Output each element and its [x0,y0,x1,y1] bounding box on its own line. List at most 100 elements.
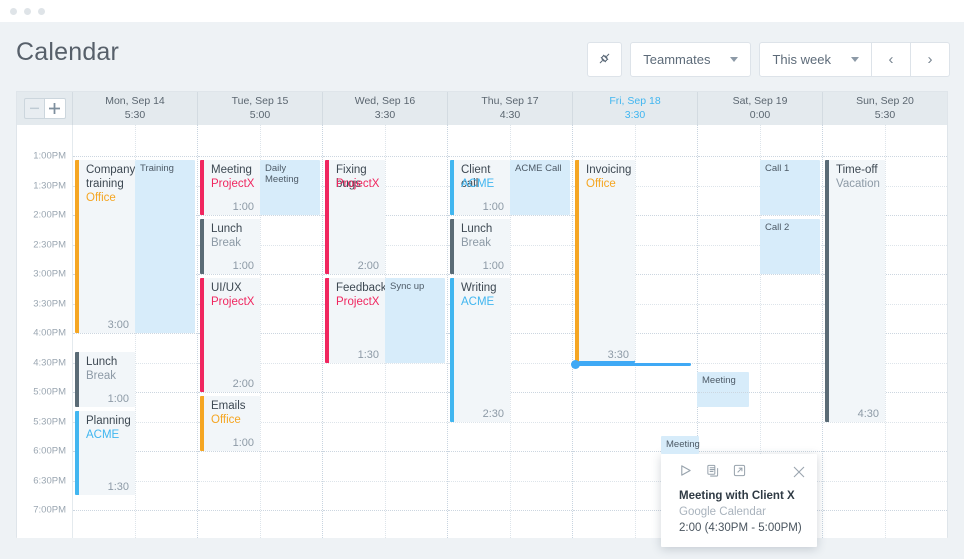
range-nav-group: This week ‹ › [759,42,950,77]
prev-week-button[interactable]: ‹ [872,42,911,77]
calendar-event[interactable]: UI/UX ProjectX 2:00 [200,278,260,392]
calendar-event[interactable]: Lunch Break 1:00 [75,351,135,407]
event-project: Break [461,237,492,249]
day-column-1[interactable]: Daily Meeting Meeting ProjectX 1:00 Lunch Bre… [198,125,323,538]
calendar-event[interactable]: Invoicing Office 3:30 [575,160,635,363]
day-header-date: Fri, Sep 18 [609,95,661,108]
time-tick: 2:00PM [33,209,66,221]
event-color-bar [75,410,79,496]
day-header-1[interactable]: Tue, Sep 15 5:00 [198,92,323,125]
event-popup[interactable]: Meeting with Client X Google Calendar 2:… [661,454,817,547]
page-title: Calendar [16,38,120,66]
grid-line [698,274,822,275]
play-icon[interactable] [679,464,692,482]
calendar-event[interactable]: Lunch Break 1:00 [200,219,260,274]
day-header-hours: 0:00 [749,108,771,121]
day-header-4[interactable]: Fri, Sep 18 3:30 [573,92,698,125]
ghost-event[interactable]: ACME Call [510,160,570,215]
time-tick: 4:00PM [33,327,66,339]
grid-line [323,392,447,393]
ghost-event[interactable]: Call 2 [760,219,820,274]
time-tick: 2:30PM [33,239,66,250]
ghost-event[interactable]: Daily Meeting [260,160,320,215]
toolbar: Teammates This week ‹ › [587,42,950,77]
grid-line [823,451,947,452]
day-header-hours: 3:30 [374,108,396,121]
teammates-filter[interactable]: Teammates [630,42,752,77]
day-header-5[interactable]: Sat, Sep 19 0:00 [698,92,823,125]
grid-line [698,451,822,452]
grid-line [698,392,822,393]
ghost-event[interactable]: Call 1 [760,160,820,215]
event-color-bar [200,278,204,392]
calendar-event[interactable]: Company training Office 3:00 [75,160,135,333]
window-controls[interactable] [10,8,45,15]
grid-line [198,480,322,482]
copy-icon[interactable] [706,464,719,482]
calendar-app: Calendar Teammates This week ‹ › Mon, Se… [0,0,964,559]
day-column-3[interactable]: ACME Call Client call ACME 1:00 Lunch Break 1:… [448,125,573,538]
day-column-2[interactable]: Sync up Fixing bugs ProjectX 2:00 Feedback Pr… [323,125,448,538]
calendar-event[interactable]: Writing ACME 2:30 [450,278,510,422]
ghost-event[interactable]: Sync up [385,278,445,363]
event-color-bar [450,219,454,274]
event-duration: 4:30 [857,407,879,420]
grid-line [323,274,447,275]
event-duration: 3:30 [607,348,629,361]
calendar-event[interactable]: Lunch Break 1:00 [450,219,510,274]
event-color-bar [200,219,204,274]
event-resize-line[interactable] [573,362,691,366]
event-duration: 1:00 [107,392,129,405]
event-title: Lunch [86,355,118,368]
event-title: Lunch [461,223,493,235]
zoom-out-button[interactable] [23,98,45,119]
calendar-event[interactable]: Feedback ProjectX 1:30 [325,278,385,363]
close-dot[interactable] [10,8,17,15]
grid-line [323,156,447,157]
event-color-bar [200,160,204,215]
time-tick: 7:00PM [33,504,66,516]
event-resize-handle[interactable] [571,359,580,369]
zoom-in-button[interactable] [44,98,66,119]
day-column-6[interactable]: Time-off Vacation 4:30 [823,125,947,538]
day-header-0[interactable]: Mon, Sep 14 5:30 [73,92,198,125]
calendar-event[interactable]: Client call ACME 1:00 [450,160,510,215]
popup-event-tag[interactable]: Meeting [661,436,700,454]
grid-line [198,451,322,452]
calendar-event[interactable]: Meeting ProjectX 1:00 [200,160,260,215]
time-tick: 1:00PM [33,150,66,162]
grid-line [198,274,322,275]
day-header-date: Tue, Sep 15 [231,95,289,108]
day-column-0[interactable]: Training Company training Office 3:00 Lunch B… [73,125,198,538]
grid-line [198,510,322,511]
day-header-6[interactable]: Sun, Sep 20 5:30 [823,92,947,125]
event-color-bar [325,278,329,363]
calendar-event[interactable]: Emails Office 1:00 [200,396,260,451]
event-duration: 1:00 [482,201,504,213]
calendar-event[interactable]: Planning ACME 1:30 [75,410,135,496]
day-header-hours: 3:30 [624,108,646,121]
minimize-dot[interactable] [24,8,31,15]
grid-line [823,421,947,423]
grid-line [823,480,947,482]
event-title: Feedback [336,282,385,294]
calendar-event[interactable]: Fixing bugs ProjectX 2:00 [325,160,385,274]
integrations-button[interactable] [587,42,623,77]
time-tick: 6:00PM [33,445,66,457]
event-title: UI/UX [211,282,242,294]
range-select[interactable]: This week [759,42,872,77]
event-duration: 3:00 [107,319,129,331]
maximize-dot[interactable] [38,8,45,15]
grid-line [448,510,572,511]
day-header-3[interactable]: Thu, Sep 17 4:30 [448,92,573,125]
close-icon[interactable] [793,465,805,483]
event-project: ProjectX [211,296,255,308]
grid-line [823,510,947,511]
ghost-event[interactable]: Training [135,160,195,333]
external-link-icon[interactable] [733,464,746,482]
day-header-2[interactable]: Wed, Sep 16 3:30 [323,92,448,125]
calendar-event[interactable]: Time-off Vacation 4:30 [825,160,885,422]
popup-actions [679,464,746,482]
event-duration: 1:00 [232,260,254,272]
next-week-button[interactable]: › [911,42,950,77]
